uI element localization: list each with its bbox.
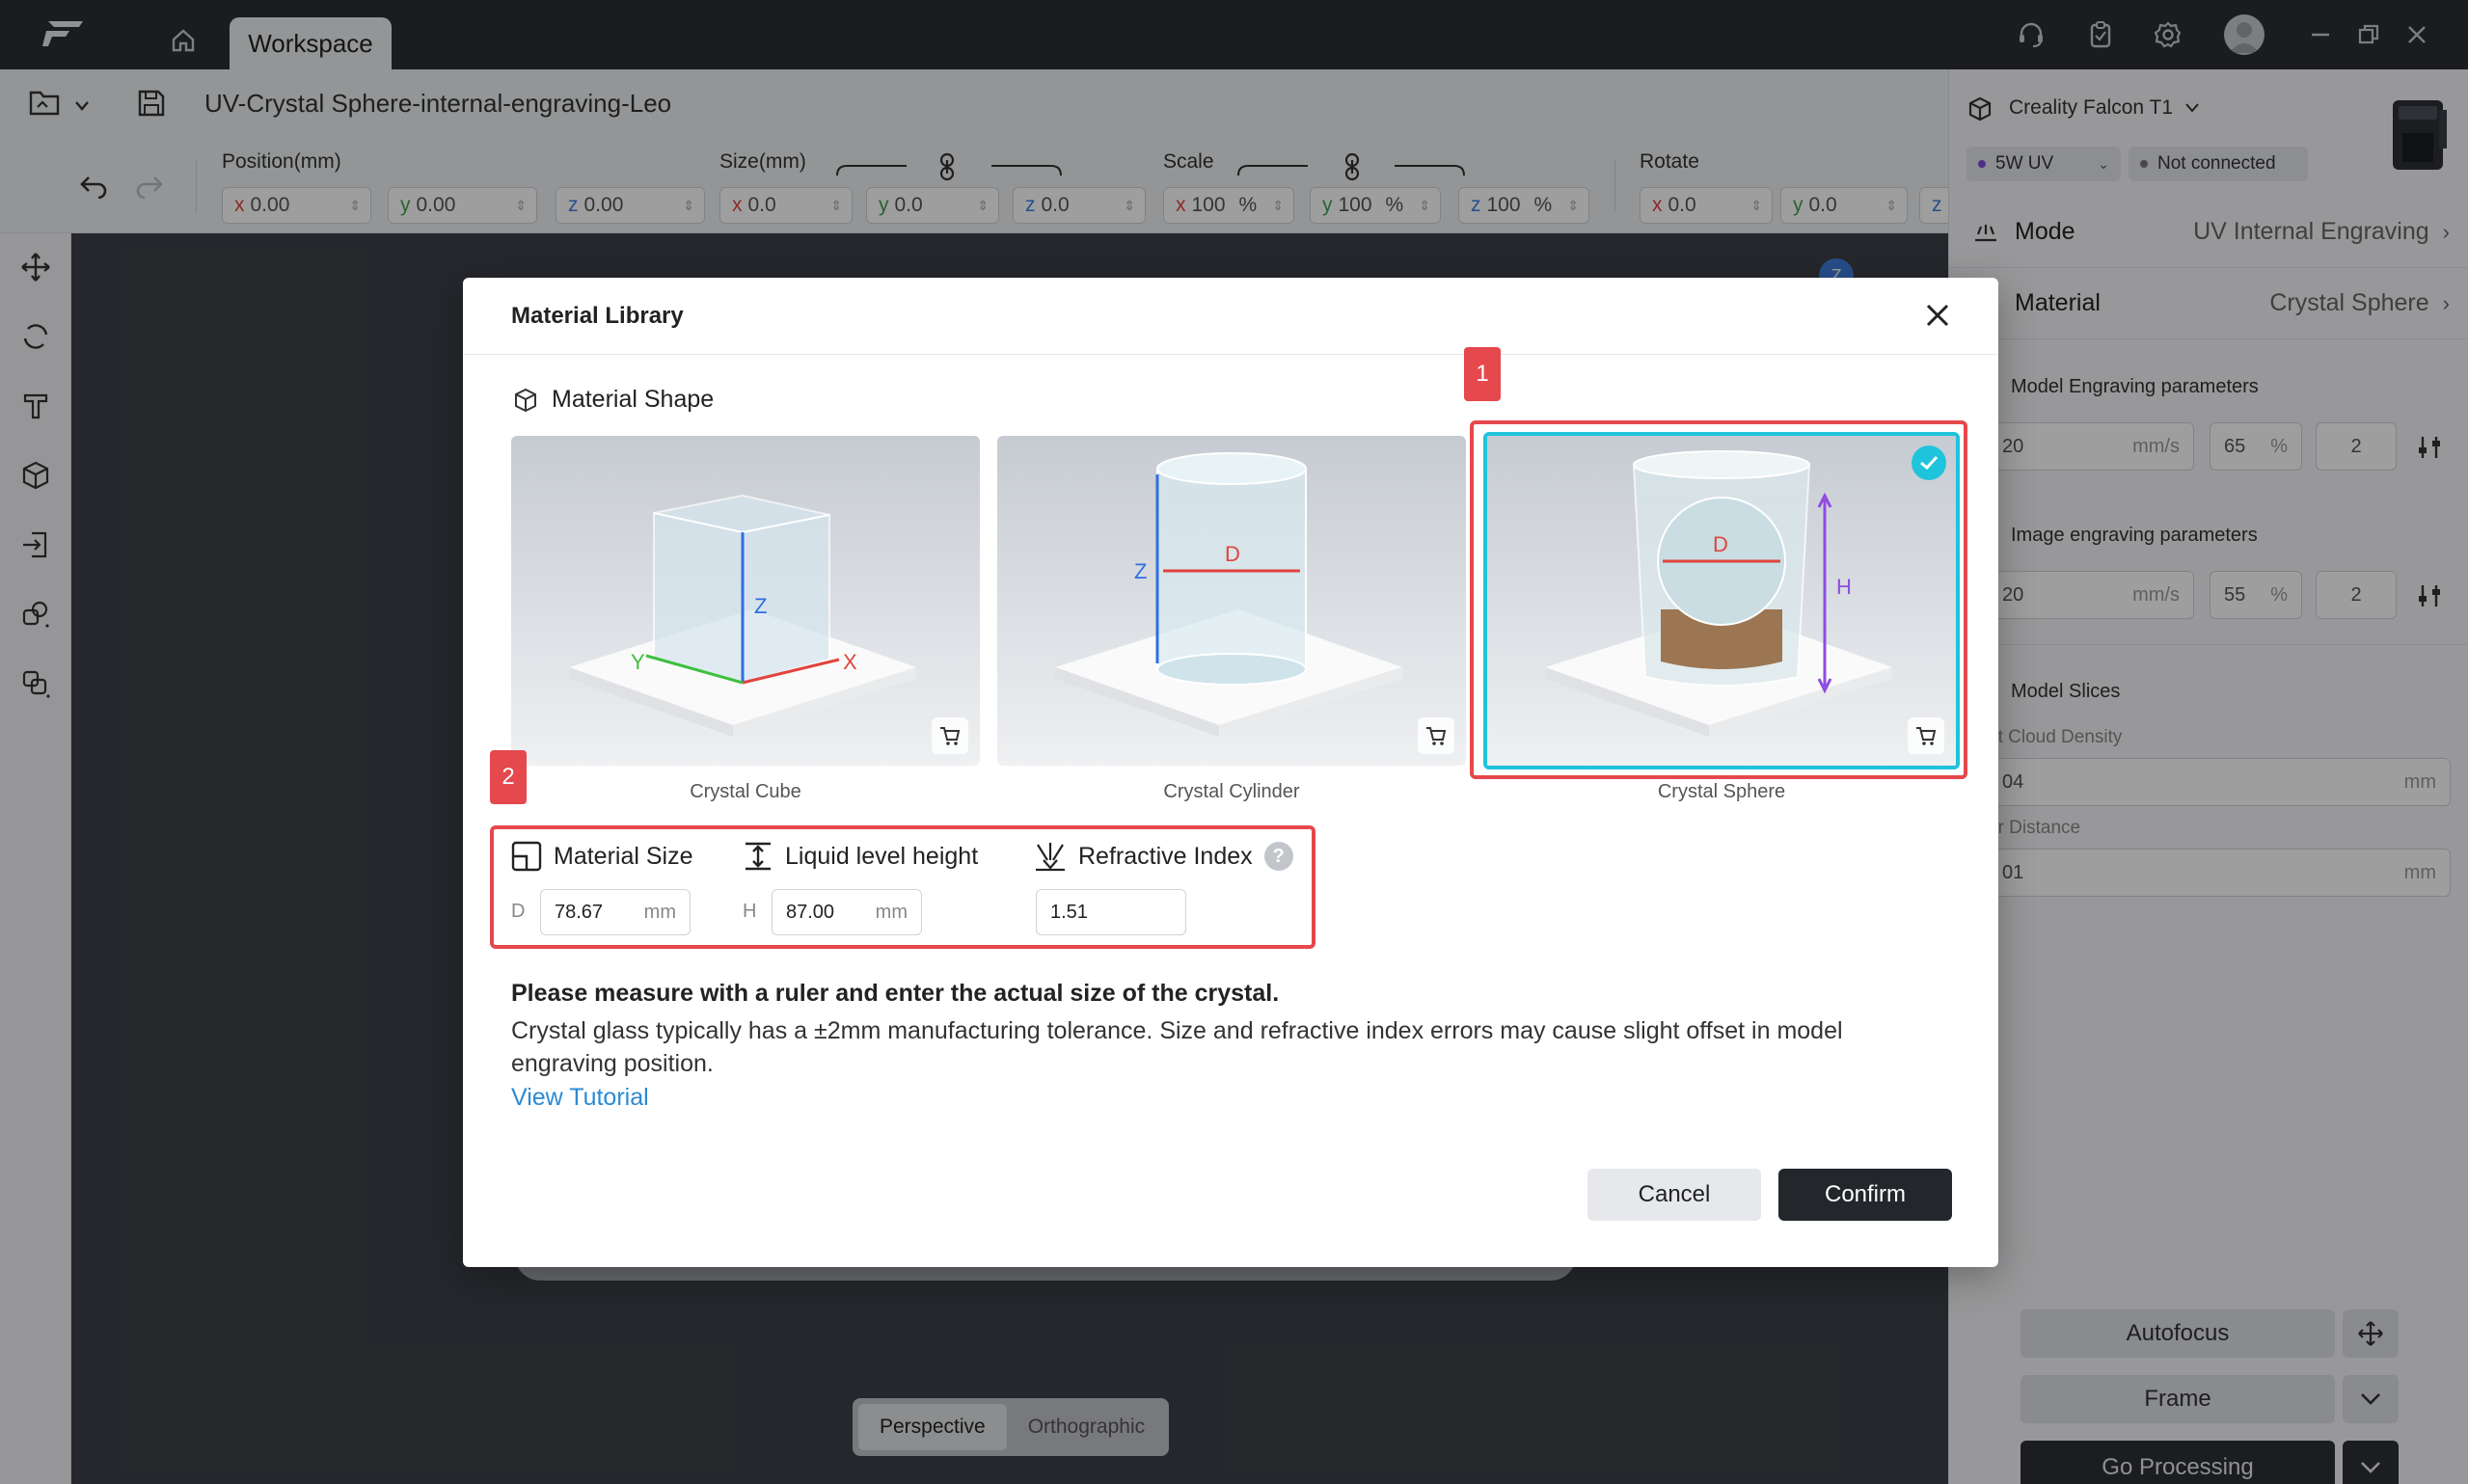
material-shape-heading: Material Shape <box>513 386 714 414</box>
axis-label-y: Y <box>631 650 645 674</box>
crystal-cylinder-image <box>997 436 1466 766</box>
unit: mm <box>643 901 676 923</box>
diameter-prefix: D <box>511 901 526 922</box>
refraction-icon <box>1036 843 1065 872</box>
material-library-dialog: Material Library Material Shape 1 Z Y X … <box>463 278 1998 1267</box>
value: 87.00 <box>786 901 835 923</box>
cancel-button[interactable]: Cancel <box>1587 1169 1761 1221</box>
axis-label-d: D <box>1713 532 1728 556</box>
card-label-sphere: Crystal Sphere <box>1657 781 1786 802</box>
refractive-index-input[interactable]: 1.51 <box>1036 889 1186 935</box>
label: Refractive Index <box>1078 842 1253 870</box>
close-icon[interactable] <box>1923 301 1952 336</box>
shopping-cart-icon[interactable] <box>932 717 968 754</box>
material-card-cylinder[interactable]: Z D <box>997 436 1466 766</box>
measure-notice-heading: Please measure with a ruler and enter th… <box>511 980 1280 1007</box>
material-card-cube[interactable]: Z Y X <box>511 436 980 766</box>
value: 1.51 <box>1050 901 1088 923</box>
liquid-level-heading: Liquid level height <box>743 841 978 872</box>
axis-label-h: H <box>1836 575 1852 599</box>
axis-label-d: D <box>1225 542 1240 566</box>
refractive-index-heading: Refractive Index ? <box>1034 841 1293 872</box>
step-badge-1: 1 <box>1464 347 1501 401</box>
selected-check-icon <box>1912 445 1946 480</box>
shopping-cart-icon[interactable] <box>1908 717 1944 754</box>
material-size-heading: Material Size <box>511 841 693 872</box>
view-tutorial-link[interactable]: View Tutorial <box>511 1084 649 1112</box>
axis-label-x: X <box>843 650 857 674</box>
section-label: Material Shape <box>552 386 715 413</box>
step-badge-2: 2 <box>490 750 527 804</box>
diameter-input[interactable]: 78.67 mm <box>540 889 691 935</box>
axis-label-z: Z <box>1134 559 1148 583</box>
liquid-level-icon <box>746 842 771 871</box>
label: Material Size <box>554 842 693 870</box>
dialog-title: Material Library <box>511 303 684 329</box>
material-card-sphere[interactable]: D H <box>1483 432 1960 769</box>
card-label-cube: Crystal Cube <box>690 781 801 802</box>
card-label-cylinder: Crystal Cylinder <box>1163 781 1300 802</box>
height-prefix: H <box>743 901 757 922</box>
confirm-button[interactable]: Confirm <box>1778 1169 1952 1221</box>
value: 78.67 <box>555 901 604 923</box>
label: Liquid level height <box>785 842 979 870</box>
material-size-icon <box>511 841 542 872</box>
help-icon[interactable]: ? <box>1263 842 1293 871</box>
liquid-height-input[interactable]: 87.00 mm <box>772 889 922 935</box>
shopping-cart-icon[interactable] <box>1418 717 1454 754</box>
dialog-header: Material Library <box>463 278 1998 355</box>
axis-label-z: Z <box>754 594 768 618</box>
crystal-cube-image <box>511 436 980 766</box>
unit: mm <box>875 901 908 923</box>
tolerance-notice-text: Crystal glass typically has a ±2mm manuf… <box>511 1017 1843 1077</box>
cube-icon <box>515 388 536 412</box>
crystal-sphere-image <box>1487 436 1956 766</box>
